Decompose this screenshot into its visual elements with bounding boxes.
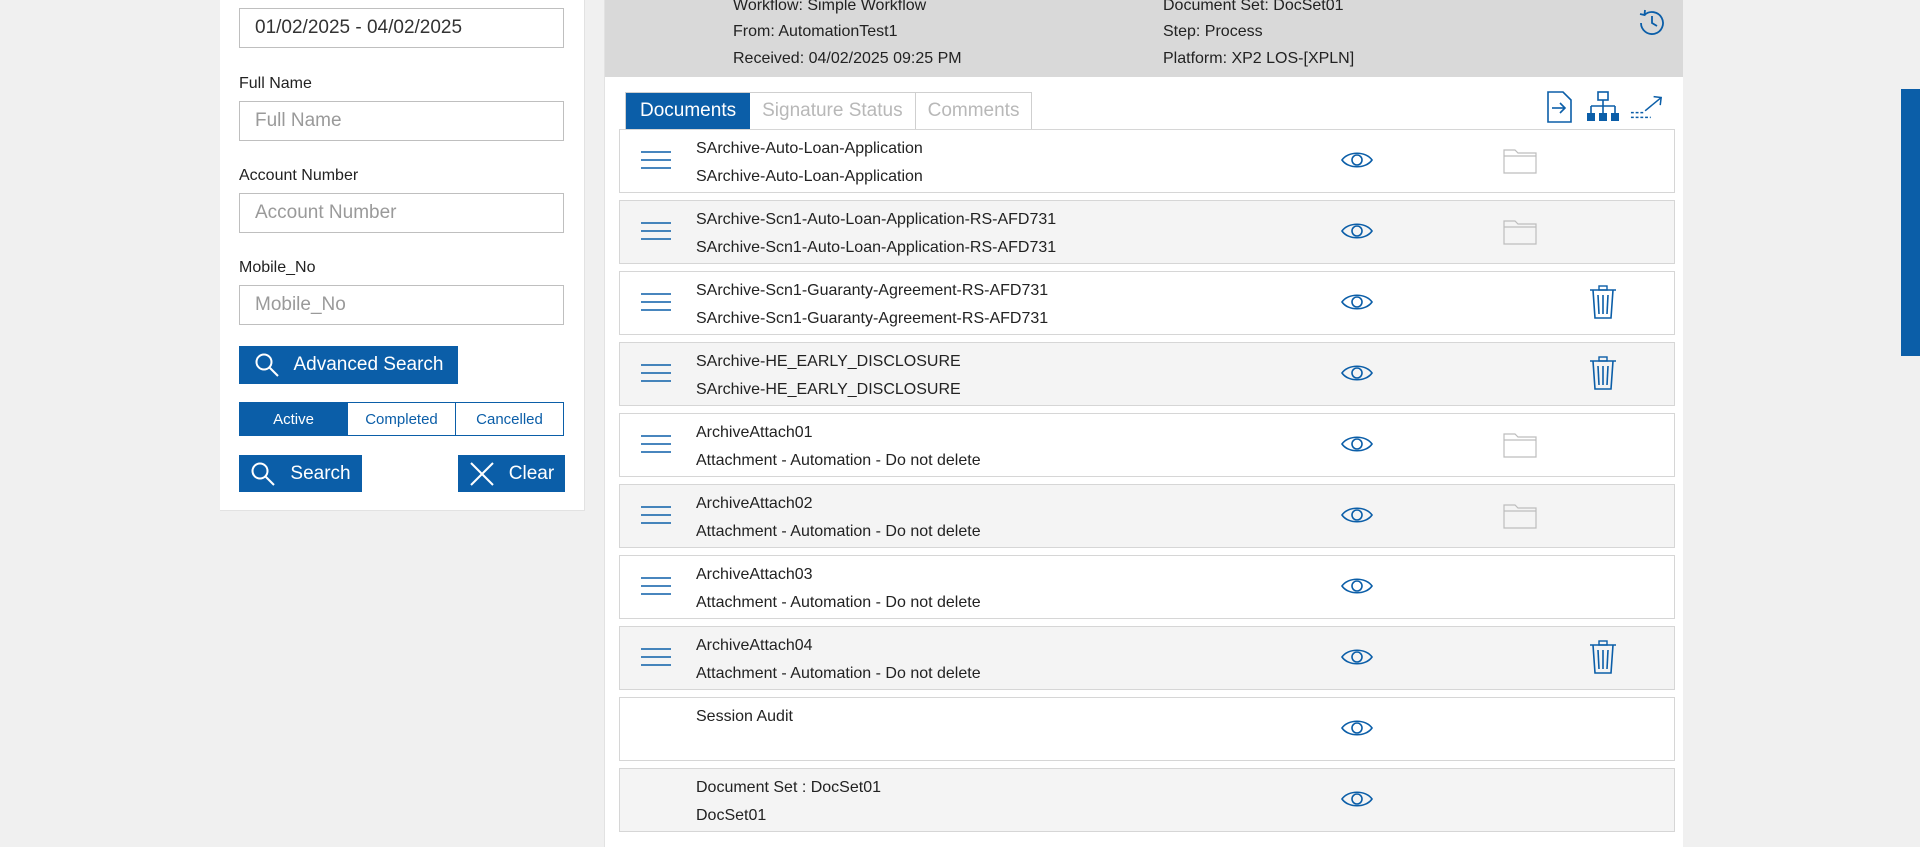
hamburger-menu-icon[interactable] <box>640 574 672 598</box>
tab-documents[interactable]: Documents <box>626 93 751 129</box>
search-button[interactable]: Search <box>239 455 362 492</box>
tab-signature-status[interactable]: Signature Status <box>750 93 916 129</box>
scrollbar-thumb[interactable] <box>1901 89 1920 356</box>
search-icon <box>250 461 276 487</box>
status-completed-button[interactable]: Completed <box>347 403 455 435</box>
document-panel: Workflow: Simple Workflow From: Automati… <box>604 0 1683 847</box>
document-title: ArchiveAttach02 <box>696 495 813 512</box>
folder-icon[interactable] <box>1503 501 1537 529</box>
clear-button[interactable]: Clear <box>458 455 565 492</box>
hamburger-menu-icon[interactable] <box>640 503 672 527</box>
filter-panel: Full Name Account Number Mobile_No Advan… <box>220 0 585 511</box>
trash-icon[interactable] <box>1589 640 1617 674</box>
mobile-no-label: Mobile_No <box>239 259 316 276</box>
document-row: Document Set : DocSet01 DocSet01 <box>619 768 1675 832</box>
hamburger-menu-icon[interactable] <box>640 290 672 314</box>
close-icon <box>469 461 495 487</box>
hamburger-menu-icon[interactable] <box>640 645 672 669</box>
workflow-info-bar: Workflow: Simple Workflow From: Automati… <box>605 0 1683 77</box>
document-title: ArchiveAttach01 <box>696 424 813 441</box>
search-label: Search <box>290 462 351 484</box>
hierarchy-icon[interactable] <box>1586 90 1620 124</box>
document-set-text: Document Set: DocSet01 <box>1163 0 1344 14</box>
eye-icon[interactable] <box>1340 645 1374 669</box>
document-description: Attachment - Automation - Do not delete <box>696 523 981 540</box>
document-title: ArchiveAttach04 <box>696 637 813 654</box>
date-range-input[interactable] <box>239 8 564 48</box>
document-row: SArchive-HE_EARLY_DISCLOSURE SArchive-HE… <box>619 342 1675 406</box>
hamburger-menu-icon[interactable] <box>640 432 672 456</box>
full-name-input[interactable] <box>239 101 564 141</box>
trash-icon[interactable] <box>1589 285 1617 319</box>
export-icon[interactable] <box>1542 90 1576 124</box>
folder-icon[interactable] <box>1503 146 1537 174</box>
trash-icon[interactable] <box>1589 356 1617 390</box>
history-icon[interactable] <box>1635 6 1669 40</box>
document-title: SArchive-Scn1-Guaranty-Agreement-RS-AFD7… <box>696 282 1049 299</box>
mobile-no-input[interactable] <box>239 285 564 325</box>
eye-icon[interactable] <box>1340 290 1374 314</box>
clear-label: Clear <box>508 462 555 484</box>
full-name-label: Full Name <box>239 75 312 92</box>
document-tabs: Documents Signature Status Comments <box>625 92 1033 132</box>
status-active-button[interactable]: Active <box>240 403 347 435</box>
document-description: Attachment - Automation - Do not delete <box>696 452 981 469</box>
document-description: SArchive-Scn1-Auto-Loan-Application-RS-A… <box>696 239 1057 256</box>
hamburger-menu-icon[interactable] <box>640 148 672 172</box>
folder-icon[interactable] <box>1503 217 1537 245</box>
document-description: DocSet01 <box>696 807 767 824</box>
received-text: Received: 04/02/2025 09:25 PM <box>733 50 962 67</box>
workflow-text: Workflow: Simple Workflow <box>733 0 927 14</box>
step-text: Step: Process <box>1163 23 1263 40</box>
status-cancelled-button[interactable]: Cancelled <box>455 403 563 435</box>
document-list: SArchive-Auto-Loan-Application SArchive-… <box>619 129 1675 839</box>
document-title: Document Set : DocSet01 <box>696 779 881 796</box>
document-title: ArchiveAttach03 <box>696 566 813 583</box>
status-segmented-control: Active Completed Cancelled <box>239 402 564 436</box>
hamburger-menu-icon[interactable] <box>640 219 672 243</box>
eye-icon[interactable] <box>1340 148 1374 172</box>
from-text: From: AutomationTest1 <box>733 23 898 40</box>
eye-icon[interactable] <box>1340 219 1374 243</box>
document-row: ArchiveAttach03 Attachment - Automation … <box>619 555 1675 619</box>
document-row: SArchive-Auto-Loan-Application SArchive-… <box>619 129 1675 193</box>
document-title: SArchive-Auto-Loan-Application <box>696 140 923 157</box>
advanced-search-button[interactable]: Advanced Search <box>239 346 458 384</box>
document-description: Attachment - Automation - Do not delete <box>696 665 981 682</box>
document-row: ArchiveAttach02 Attachment - Automation … <box>619 484 1675 548</box>
route-arrow-icon[interactable] <box>1630 90 1664 124</box>
eye-icon[interactable] <box>1340 361 1374 385</box>
document-title: SArchive-HE_EARLY_DISCLOSURE <box>696 353 961 370</box>
search-icon <box>254 352 280 378</box>
eye-icon[interactable] <box>1340 574 1374 598</box>
document-row: SArchive-Scn1-Guaranty-Agreement-RS-AFD7… <box>619 271 1675 335</box>
document-row: Session Audit <box>619 697 1675 761</box>
document-description: SArchive-Auto-Loan-Application <box>696 168 923 185</box>
account-number-label: Account Number <box>239 167 359 184</box>
eye-icon[interactable] <box>1340 716 1374 740</box>
folder-icon[interactable] <box>1503 430 1537 458</box>
document-description: Attachment - Automation - Do not delete <box>696 594 981 611</box>
eye-icon[interactable] <box>1340 503 1374 527</box>
document-title: SArchive-Scn1-Auto-Loan-Application-RS-A… <box>696 211 1057 228</box>
hamburger-menu-icon[interactable] <box>640 361 672 385</box>
tab-comments[interactable]: Comments <box>915 93 1032 129</box>
advanced-search-label: Advanced Search <box>293 354 444 375</box>
document-description: SArchive-Scn1-Guaranty-Agreement-RS-AFD7… <box>696 310 1049 327</box>
eye-icon[interactable] <box>1340 787 1374 811</box>
document-row: SArchive-Scn1-Auto-Loan-Application-RS-A… <box>619 200 1675 264</box>
eye-icon[interactable] <box>1340 432 1374 456</box>
document-row: ArchiveAttach04 Attachment - Automation … <box>619 626 1675 690</box>
account-number-input[interactable] <box>239 193 564 233</box>
document-title: Session Audit <box>696 708 793 725</box>
platform-text: Platform: XP2 LOS-[XPLN] <box>1163 50 1355 67</box>
document-description: SArchive-HE_EARLY_DISCLOSURE <box>696 381 961 398</box>
document-row: ArchiveAttach01 Attachment - Automation … <box>619 413 1675 477</box>
